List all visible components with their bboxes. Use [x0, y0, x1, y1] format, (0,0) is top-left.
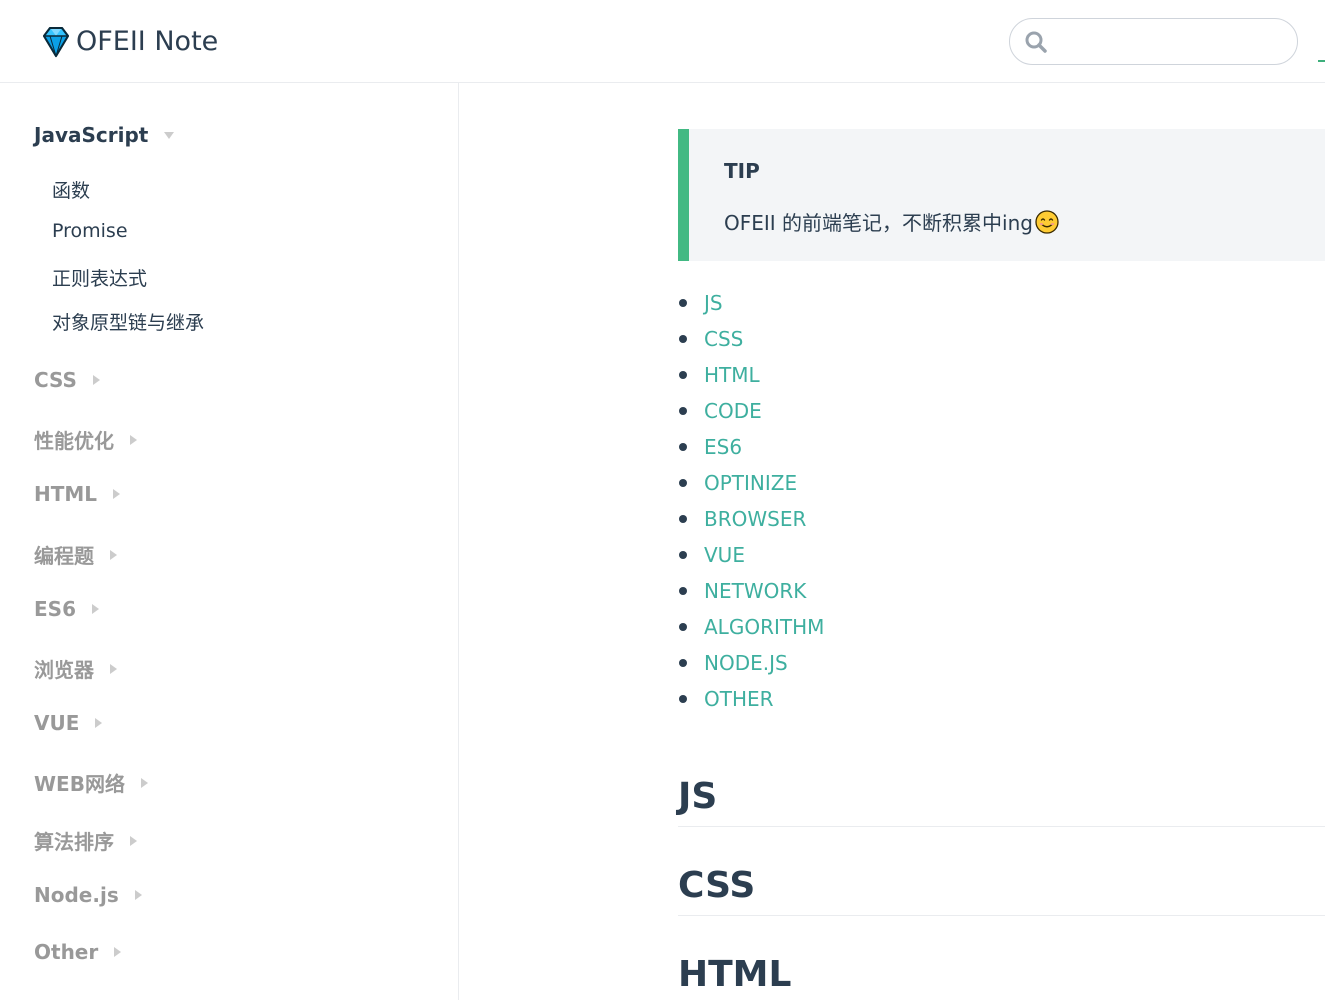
- sidebar-group-label: 性能优化: [34, 429, 114, 453]
- sidebar-group-label: 算法排序: [34, 830, 114, 854]
- bullet-icon: [679, 623, 687, 631]
- nav-link-partial[interactable]: [1318, 48, 1325, 62]
- toc-item: NETWORK: [679, 573, 806, 609]
- chevron-right-icon: [95, 718, 103, 728]
- tip-text: OFEII 的前端笔记，不断积累中ing: [724, 207, 1059, 236]
- sidebar-group-other[interactable]: Other: [34, 940, 122, 964]
- heading-js: JS: [678, 776, 1325, 827]
- chevron-right-icon: [113, 489, 121, 499]
- chevron-right-icon: [134, 890, 142, 900]
- sidebar-group-html[interactable]: HTML: [34, 482, 121, 506]
- toc-link-network[interactable]: NETWORK: [704, 579, 806, 603]
- toc-link-algorithm[interactable]: ALGORITHM: [704, 615, 824, 639]
- sidebar-group-es6[interactable]: ES6: [34, 597, 99, 621]
- sidebar-group-coding[interactable]: 编程题: [34, 540, 117, 569]
- toc-link-vue[interactable]: VUE: [704, 543, 745, 567]
- sidebar-group-label: VUE: [34, 711, 80, 735]
- sidebar-group-network[interactable]: WEB网络: [34, 768, 148, 797]
- toc-item: ALGORITHM: [679, 609, 824, 645]
- toc-item: CSS: [679, 321, 743, 357]
- heading-html: HTML: [678, 954, 792, 995]
- sidebar-link-regex[interactable]: 正则表达式: [52, 264, 147, 291]
- toc-link-code[interactable]: CODE: [704, 399, 762, 423]
- bullet-icon: [679, 371, 687, 379]
- sidebar-link-promise[interactable]: Promise: [52, 220, 128, 242]
- bullet-icon: [679, 551, 687, 559]
- bullet-icon: [679, 299, 687, 307]
- heading-css: CSS: [678, 865, 1325, 916]
- navbar: OFEII Note: [0, 0, 1325, 83]
- search-input[interactable]: [1056, 27, 1286, 57]
- sidebar-group-css[interactable]: CSS: [34, 368, 100, 392]
- bullet-icon: [679, 407, 687, 415]
- toc-item: JS: [679, 285, 723, 321]
- site-name-link[interactable]: OFEII Note: [76, 26, 218, 57]
- chevron-right-icon: [110, 549, 117, 560]
- toc-item: OTHER: [679, 681, 774, 717]
- sidebar: JavaScript 函数 Promise 正则表达式 对象原型链与继承 CSS…: [0, 83, 459, 1000]
- toc-item: HTML: [679, 357, 760, 393]
- sidebar-group-label: HTML: [34, 482, 98, 506]
- sidebar-group-label: Other: [34, 940, 99, 964]
- chevron-right-icon: [140, 777, 148, 788]
- toc-link-nodejs[interactable]: NODE.JS: [704, 651, 788, 675]
- toc-link-js[interactable]: JS: [704, 291, 723, 315]
- sidebar-group-label: 编程题: [34, 544, 94, 568]
- sidebar-group-label: 浏览器: [34, 658, 94, 682]
- sidebar-group-label: CSS: [34, 368, 77, 392]
- search-icon: [1025, 31, 1047, 53]
- sidebar-group-label: ES6: [34, 597, 76, 621]
- chevron-right-icon: [92, 375, 100, 385]
- toc-link-browser[interactable]: BROWSER: [704, 507, 806, 531]
- toc-link-html[interactable]: HTML: [704, 363, 760, 387]
- bullet-icon: [679, 695, 687, 703]
- tip-title: TIP: [724, 159, 760, 183]
- toc-item: BROWSER: [679, 501, 806, 537]
- smiling-face-icon: [1035, 210, 1059, 234]
- sidebar-group-javascript[interactable]: JavaScript: [34, 123, 175, 147]
- sidebar-group-nodejs[interactable]: Node.js: [34, 883, 142, 907]
- toc-item: NODE.JS: [679, 645, 788, 681]
- sidebar-group-label: Node.js: [34, 883, 119, 907]
- sidebar-link-prototype[interactable]: 对象原型链与继承: [52, 308, 204, 335]
- toc-link-other[interactable]: OTHER: [704, 687, 774, 711]
- sidebar-group-vue[interactable]: VUE: [34, 711, 103, 735]
- chevron-right-icon: [91, 604, 99, 614]
- chevron-right-icon: [110, 663, 117, 674]
- toc-link-css[interactable]: CSS: [704, 327, 743, 351]
- bullet-icon: [679, 335, 687, 343]
- toc-link-es6[interactable]: ES6: [704, 435, 742, 459]
- bullet-icon: [679, 659, 687, 667]
- bullet-icon: [679, 443, 687, 451]
- sidebar-group-algorithm[interactable]: 算法排序: [34, 826, 137, 855]
- sidebar-group-label: WEB网络: [34, 772, 125, 796]
- sidebar-group-performance[interactable]: 性能优化: [34, 425, 137, 454]
- toc-item: CODE: [679, 393, 762, 429]
- toc-item: VUE: [679, 537, 745, 573]
- diamond-icon[interactable]: [38, 24, 74, 60]
- sidebar-group-browser[interactable]: 浏览器: [34, 654, 117, 683]
- sidebar-link-functions[interactable]: 函数: [52, 176, 90, 203]
- chevron-right-icon: [130, 434, 137, 445]
- toc-link-optinize[interactable]: OPTINIZE: [704, 471, 797, 495]
- chevron-right-icon: [130, 835, 137, 846]
- bullet-icon: [679, 515, 687, 523]
- sidebar-group-label: JavaScript: [34, 123, 149, 147]
- chevron-down-icon: [164, 131, 175, 139]
- bullet-icon: [679, 479, 687, 487]
- toc-item: ES6: [679, 429, 742, 465]
- search-box[interactable]: [1009, 18, 1298, 65]
- chevron-right-icon: [114, 947, 122, 957]
- tip-block: TIP OFEII 的前端笔记，不断积累中ing: [678, 129, 1325, 261]
- bullet-icon: [679, 587, 687, 595]
- tip-text-content: OFEII 的前端笔记，不断积累中ing: [724, 211, 1033, 235]
- toc-item: OPTINIZE: [679, 465, 797, 501]
